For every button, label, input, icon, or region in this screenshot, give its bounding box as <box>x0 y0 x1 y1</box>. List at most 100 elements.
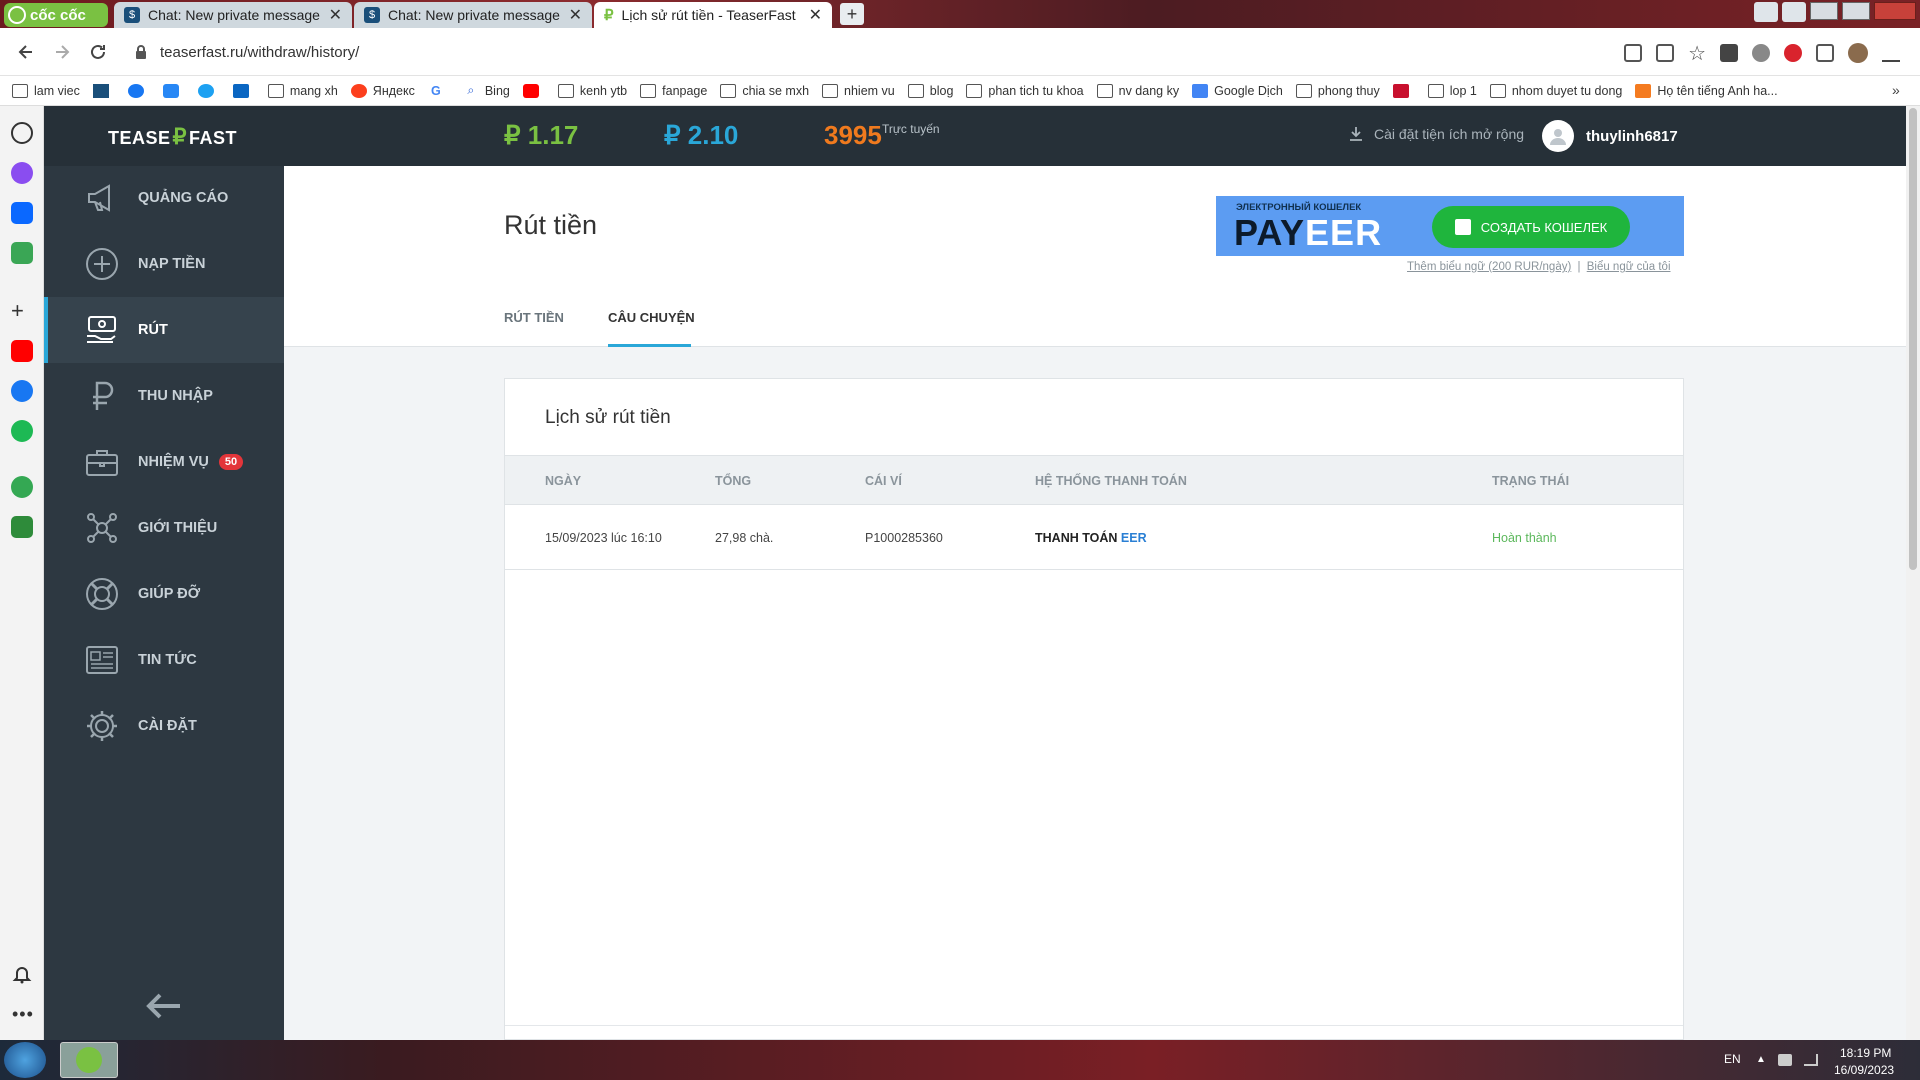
bookmark[interactable]: Яндекс <box>350 83 415 98</box>
bookmark-folder[interactable]: blog <box>907 83 953 98</box>
bookmark[interactable]: G <box>428 84 450 98</box>
nav-rut[interactable]: RÚT <box>44 297 284 363</box>
download-icon[interactable] <box>1720 44 1738 62</box>
cast-icon[interactable] <box>1754 2 1778 22</box>
nav-gioi-thieu[interactable]: GIỚI THIỆU <box>44 495 284 561</box>
more-icon[interactable]: ••• <box>12 1004 34 1025</box>
start-button[interactable] <box>4 1042 46 1078</box>
green-app-icon[interactable] <box>11 516 33 538</box>
bookmark-folder[interactable]: chia se mxh <box>720 83 809 98</box>
nav-giup-do[interactable]: GIÚP ĐỠ <box>44 561 284 627</box>
maximize-icon[interactable] <box>1842 2 1870 20</box>
google-icon: G <box>430 83 441 98</box>
add-banner-link[interactable]: Thêm biểu ngữ (200 RUR/ngày) <box>1407 261 1571 273</box>
scrollbar-thumb[interactable] <box>1909 108 1917 570</box>
network-signal-icon[interactable] <box>1803 1054 1818 1066</box>
youtube-icon[interactable] <box>11 340 33 362</box>
bookmark[interactable] <box>232 83 255 98</box>
taskbar-date[interactable]: 16/09/2023 <box>1834 1063 1894 1077</box>
download-arrow-icon[interactable] <box>1882 44 1900 62</box>
tab-teaserfast[interactable]: ₽ Lịch sử rút tiền - TeaserFast ✕ <box>594 2 832 28</box>
online-count: 3995 <box>824 120 882 150</box>
ruble-icon <box>84 378 120 414</box>
nav-tin-tuc[interactable]: TIN TỨC <box>44 627 284 693</box>
bookmark-folder[interactable]: mang xh <box>267 83 338 98</box>
gamepad-icon[interactable] <box>11 242 33 264</box>
star-icon[interactable]: ☆ <box>1688 41 1706 66</box>
back-window-icon[interactable] <box>1782 2 1806 22</box>
bookmark-folder[interactable]: nv dang ky <box>1096 83 1179 98</box>
my-banners-link[interactable]: Biểu ngữ của tôi <box>1587 261 1671 273</box>
translate-icon[interactable] <box>1624 44 1643 62</box>
facebook-icon[interactable] <box>11 380 33 402</box>
bookmark-folder[interactable]: phong thuy <box>1295 83 1380 98</box>
nav-nhiem-vu[interactable]: NHIỆM VỤ 50 <box>44 429 284 495</box>
bookmark-folder[interactable]: kenh ytb <box>557 83 627 98</box>
bookmark[interactable] <box>522 83 545 98</box>
bookmark-folder[interactable]: fanpage <box>640 83 707 98</box>
reload-icon[interactable] <box>88 42 108 62</box>
maps-icon[interactable] <box>11 476 33 498</box>
sidebar-add-icon[interactable]: + <box>11 298 24 324</box>
bookmark[interactable]: Google Dịch <box>1192 83 1283 98</box>
row-status: Hoàn thành <box>1492 531 1557 545</box>
browser-logo[interactable]: cốc cốc <box>4 3 108 27</box>
nav-thu-nhap[interactable]: THU NHẬP <box>44 363 284 429</box>
taskbar-lang[interactable]: EN <box>1724 1052 1741 1066</box>
bookmark-folder[interactable]: nhiem vu <box>822 83 895 98</box>
bookmark[interactable] <box>92 83 115 98</box>
adblock-icon[interactable] <box>1784 44 1802 62</box>
share-icon[interactable] <box>1656 44 1675 62</box>
collapse-sidebar-icon[interactable] <box>146 992 182 1020</box>
extension-icon[interactable] <box>1752 44 1770 62</box>
nav-quang-cao[interactable]: QUẢNG CÁO <box>44 165 284 231</box>
messenger-icon[interactable] <box>11 162 33 184</box>
folder-icon <box>12 83 28 98</box>
tab-chat-1[interactable]: $ Chat: New private message ✕ <box>114 2 352 28</box>
bookmark[interactable] <box>197 83 220 98</box>
close-icon[interactable]: ✕ <box>569 5 582 25</box>
tab-cau-chuyen[interactable]: CÂU CHUYỆN <box>608 310 695 325</box>
forward-icon[interactable] <box>52 42 72 62</box>
spotify-icon[interactable] <box>11 420 33 442</box>
bookmark-folder[interactable]: lam viec <box>12 83 80 98</box>
url-input[interactable]: teaserfast.ru/withdraw/history/ <box>160 44 359 61</box>
lock-icon[interactable] <box>134 44 148 60</box>
bell-icon[interactable] <box>12 964 32 984</box>
payeer-logo: PAYEER <box>1234 212 1383 253</box>
volume-muted-icon[interactable] <box>1777 1054 1792 1066</box>
profile-avatar-icon[interactable] <box>1848 43 1868 63</box>
bookmark[interactable] <box>162 83 185 98</box>
user-menu[interactable]: thuylinh6817 <box>1542 120 1678 152</box>
create-wallet-button[interactable]: СОЗДАТЬ КОШЕЛЕК <box>1432 206 1630 248</box>
tab-chat-2[interactable]: $ Chat: New private message ✕ <box>354 2 592 28</box>
close-icon[interactable]: ✕ <box>809 5 822 25</box>
zalo-icon[interactable] <box>11 202 33 224</box>
active-tab-indicator <box>608 344 691 347</box>
bookmark-folder[interactable]: nhom duyet tu dong <box>1489 83 1622 98</box>
bookmark[interactable] <box>127 83 150 98</box>
tab-rut-tien[interactable]: RÚT TIỀN <box>504 310 564 325</box>
close-icon[interactable]: ✕ <box>329 5 342 25</box>
tray-arrow-icon[interactable]: ▲ <box>1756 1054 1766 1066</box>
bookmark[interactable]: ⌕ Bing <box>463 83 510 98</box>
taskbar-coccoc-app[interactable] <box>60 1042 118 1078</box>
bookmark-folder[interactable]: phan tich tu khoa <box>966 83 1084 98</box>
minimize-icon[interactable] <box>1810 2 1838 20</box>
back-icon[interactable] <box>16 42 36 62</box>
bookmark-folder[interactable]: lop 1 <box>1427 83 1477 98</box>
window-close-icon[interactable] <box>1874 2 1916 20</box>
bookmark[interactable] <box>1392 83 1415 98</box>
bookmark[interactable]: Họ tên tiếng Anh ha... <box>1635 83 1778 98</box>
lifebuoy-icon <box>84 576 120 612</box>
bookmarks-overflow-icon[interactable]: » <box>1892 82 1900 98</box>
new-tab-button[interactable]: + <box>840 3 864 25</box>
nav-cai-dat[interactable]: CÀI ĐẶT <box>44 693 284 759</box>
puzzle-icon[interactable] <box>1816 44 1834 62</box>
nav-nap-tien[interactable]: NẠP TIỀN <box>44 231 284 297</box>
install-extension-link[interactable]: Cài đặt tiện ích mở rộng <box>1348 126 1524 142</box>
taskbar-time[interactable]: 18:19 PM <box>1840 1046 1891 1060</box>
os-taskbar <box>0 1040 1920 1080</box>
site-logo[interactable]: TEASE₽ FAST <box>108 124 237 150</box>
history-icon[interactable] <box>11 122 33 144</box>
